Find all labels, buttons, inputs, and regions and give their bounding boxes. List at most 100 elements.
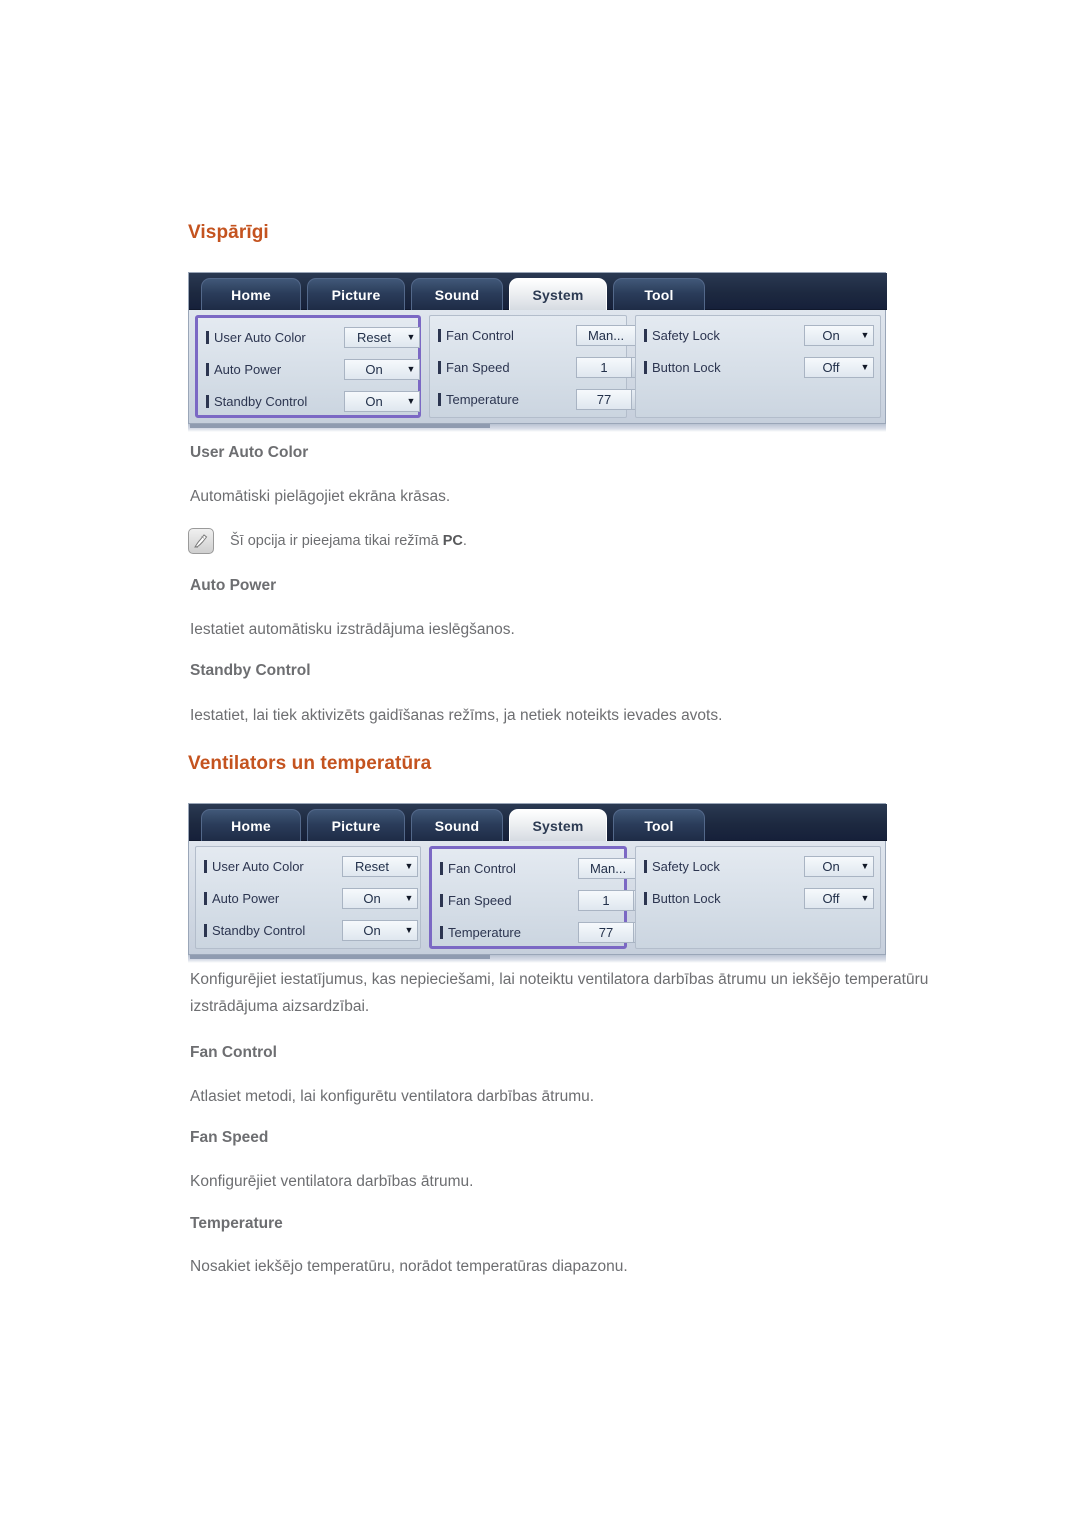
osd-field-button-lock[interactable]: Off ▼: [804, 888, 874, 909]
osd-scrollbar-thumb[interactable]: [190, 955, 490, 959]
osd-row-safety-lock: Safety Lock: [644, 853, 720, 880]
bullet-marker-icon: [206, 395, 209, 408]
chevron-down-icon[interactable]: ▼: [403, 392, 419, 411]
osd-tab-picture[interactable]: Picture: [307, 278, 405, 310]
chevron-down-icon[interactable]: ▼: [857, 889, 873, 908]
bullet-marker-icon: [440, 894, 443, 907]
osd-row-label: Auto Power: [214, 362, 282, 377]
bullet-marker-icon: [440, 926, 443, 939]
subheading-fan-control: Fan Control: [190, 1044, 277, 1061]
osd-tab-tool[interactable]: Tool: [613, 809, 705, 841]
chevron-down-icon[interactable]: ▼: [857, 857, 873, 876]
osd-tab-label: Sound: [434, 286, 480, 303]
osd-tab-system[interactable]: System: [509, 809, 607, 841]
osd-field-value: Off: [822, 360, 840, 375]
osd-column-highlighted: User Auto Color Reset ▼ Auto Power On ▼ Standb…: [195, 315, 421, 418]
osd-tab-home[interactable]: Home: [201, 278, 301, 310]
paragraph-temperature: Nosakiet iekšējo temperatūru, norādot te…: [190, 1258, 628, 1275]
chevron-down-icon[interactable]: ▼: [403, 328, 419, 347]
osd-field-value: 77: [598, 925, 614, 940]
paragraph-fan-speed: Konfigurējiet ventilatora darbības ātrum…: [190, 1173, 474, 1190]
paragraph-standby-control: Iestatiet, lai tiek aktivizēts gaidīšana…: [190, 707, 723, 724]
chevron-down-icon[interactable]: ▼: [403, 360, 419, 379]
bullet-marker-icon: [206, 331, 209, 344]
osd-row-label: Button Lock: [652, 891, 721, 906]
osd-row-label: Safety Lock: [652, 328, 720, 343]
osd-tab-label: Home: [231, 817, 271, 834]
osd-field-value: 1: [602, 893, 610, 908]
section-heading-fan-temperature: Ventilators un temperatūra: [188, 753, 432, 774]
osd-row-label: Fan Control: [448, 861, 516, 876]
osd-field-user-auto-color[interactable]: Reset ▼: [342, 856, 418, 877]
osd-row-fan-speed: Fan Speed: [438, 354, 510, 381]
bullet-marker-icon: [204, 924, 207, 937]
osd-field-safety-lock[interactable]: On ▼: [804, 856, 874, 877]
chevron-down-icon[interactable]: ▼: [401, 889, 417, 908]
osd-row-standby-control: Standby Control: [204, 917, 305, 944]
osd-field-value: Off: [822, 891, 840, 906]
osd-field-auto-power[interactable]: On ▼: [342, 888, 418, 909]
osd-tab-system[interactable]: System: [509, 278, 607, 310]
paragraph-fan-control: Atlasiet metodi, lai konfigurētu ventila…: [190, 1088, 595, 1105]
osd-tab-label: Picture: [331, 286, 381, 303]
chevron-down-icon[interactable]: ▼: [857, 326, 873, 345]
osd-field-button-lock[interactable]: Off ▼: [804, 357, 874, 378]
osd-tab-label: System: [532, 286, 584, 303]
osd-body: User Auto Color Reset ▼ Auto Power On ▼ Standb…: [189, 310, 887, 425]
chevron-down-icon[interactable]: ▼: [401, 857, 417, 876]
osd-field-standby-control[interactable]: On ▼: [344, 391, 420, 412]
osd-field-value: 77: [596, 392, 612, 407]
subheading-standby-control: Standby Control: [190, 662, 311, 679]
chevron-down-icon[interactable]: ▼: [857, 358, 873, 377]
osd-row-temperature: Temperature: [440, 919, 521, 946]
osd-row-label: Temperature: [446, 392, 519, 407]
osd-body: User Auto Color Reset ▼ Auto Power On ▼ Standb…: [189, 841, 887, 956]
note-callout: Šī opcija ir pieejama tikai režīmā PC.: [188, 528, 467, 554]
osd-frame: Home Picture Sound System Tool User Auto Colo…: [188, 272, 887, 425]
osd-row-label: Standby Control: [212, 923, 306, 938]
osd-field-value: On: [365, 394, 383, 409]
osd-tab-sound[interactable]: Sound: [411, 809, 503, 841]
osd-field-value: On: [822, 859, 840, 874]
osd-field-user-auto-color[interactable]: Reset ▼: [344, 327, 420, 348]
osd-tab-home[interactable]: Home: [201, 809, 301, 841]
osd-row-button-lock: Button Lock: [644, 354, 721, 381]
bullet-marker-icon: [644, 892, 647, 905]
osd-row-label: Fan Speed: [448, 893, 512, 908]
osd-tab-sound[interactable]: Sound: [411, 278, 503, 310]
osd-tab-tool[interactable]: Tool: [613, 278, 705, 310]
osd-row-fan-speed: Fan Speed: [440, 887, 512, 914]
osd-field-value: Man...: [587, 328, 625, 343]
osd-row-label: User Auto Color: [214, 330, 306, 345]
chevron-down-icon[interactable]: ▼: [401, 921, 417, 940]
osd-scrollbar[interactable]: [188, 955, 886, 963]
osd-column: Safety Lock On ▼ Button Lock Off ▼: [635, 315, 881, 418]
osd-field-value: Reset: [357, 330, 391, 345]
osd-screenshot-general: Home Picture Sound System Tool User Auto Colo…: [188, 272, 887, 432]
osd-field-value: Man...: [589, 861, 627, 876]
osd-field-value: On: [365, 362, 383, 377]
subheading-auto-power: Auto Power: [190, 577, 277, 594]
osd-row-label: User Auto Color: [212, 859, 304, 874]
osd-field-value: Reset: [355, 859, 389, 874]
osd-tab-label: Home: [231, 286, 271, 303]
osd-field-safety-lock[interactable]: On ▼: [804, 325, 874, 346]
section-heading-general: Vispārīgi: [188, 222, 269, 243]
osd-row-safety-lock: Safety Lock: [644, 322, 720, 349]
osd-field-auto-power[interactable]: On ▼: [344, 359, 420, 380]
osd-frame: Home Picture Sound System Tool User Auto Colo…: [188, 803, 887, 956]
note-text-bold: PC: [442, 533, 463, 549]
osd-column: User Auto Color Reset ▼ Auto Power On ▼ Standb…: [195, 846, 421, 949]
osd-row-auto-power: Auto Power: [204, 885, 279, 912]
osd-row-auto-power: Auto Power: [206, 356, 281, 383]
osd-row-user-auto-color: User Auto Color: [206, 324, 306, 351]
note-text-before: Šī opcija ir pieejama tikai režīmā: [230, 533, 443, 549]
osd-tab-picture[interactable]: Picture: [307, 809, 405, 841]
bullet-marker-icon: [644, 329, 647, 342]
osd-column: Safety Lock On ▼ Button Lock Off ▼: [635, 846, 881, 949]
osd-field-standby-control[interactable]: On ▼: [342, 920, 418, 941]
osd-scrollbar-thumb[interactable]: [190, 424, 490, 428]
osd-scrollbar[interactable]: [188, 424, 886, 432]
osd-tab-label: System: [532, 817, 584, 834]
osd-row-fan-control: Fan Control: [438, 322, 514, 349]
